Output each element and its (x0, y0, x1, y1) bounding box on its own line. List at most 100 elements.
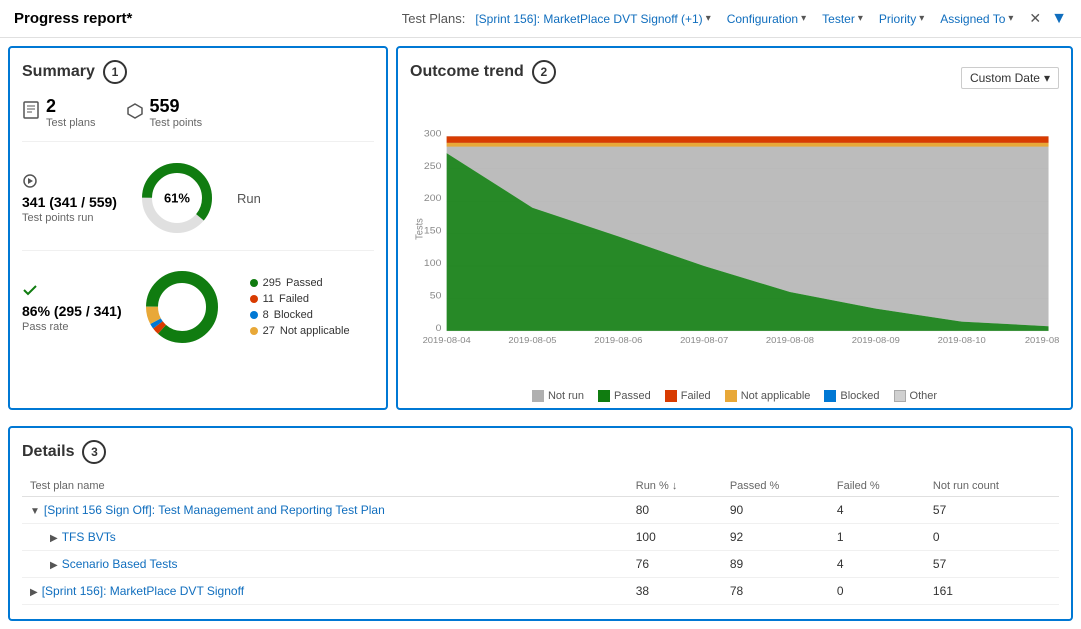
row-run-cell: 100 (628, 524, 722, 551)
configuration-chevron: ▾ (801, 13, 806, 24)
notrun-legend-label: Not run (548, 390, 584, 402)
legend-other-trend: Other (894, 390, 938, 402)
legend-notapplicable: 27 Not applicable (250, 325, 350, 337)
table-row: ▶TFS BVTs1009210 (22, 524, 1059, 551)
table-row: ▶ [Sprint 156]: MarketPlace DVT Signoff 38… (22, 578, 1059, 605)
summary-stats: 2 Test plans 559 Test points (22, 96, 374, 142)
legend-notapplicable-trend: Not applicable (725, 390, 811, 402)
row-link[interactable]: TFS BVTs (62, 530, 116, 544)
svg-text:250: 250 (424, 161, 442, 171)
test-plans-stat: 2 Test plans (22, 96, 96, 129)
row-link[interactable]: [Sprint 156]: MarketPlace DVT Signoff (42, 584, 244, 598)
collapse-icon[interactable]: ▶ (30, 587, 38, 598)
row-name-cell: ▶ [Sprint 156]: MarketPlace DVT Signoff (22, 578, 628, 605)
top-row: Summary 1 2 Test plans (0, 38, 1081, 418)
row-link[interactable]: Scenario Based Tests (62, 557, 178, 571)
other-trend-rect (894, 390, 906, 402)
legend-blocked: 8 Blocked (250, 309, 350, 321)
row-name-cell: ▶ Scenario Based Tests (22, 551, 628, 578)
summary-run-row: 341 (341 / 559) Test points run 61% Run (22, 158, 374, 251)
assignedto-filter[interactable]: Assigned To ▾ (934, 9, 1019, 29)
row-name-cell: ▶ TFS BVTs (22, 524, 628, 551)
col-notrun-count: Not run count (925, 476, 1059, 497)
bottom-row: Details 3 Test plan name Run % ↓ Passed … (0, 418, 1081, 629)
trend-chart-area: 0 50 100 150 200 250 300 Tests (410, 104, 1059, 384)
passed-trend-rect (598, 390, 610, 402)
run-percent-text: 61% (164, 191, 190, 206)
page-title: Progress report* (14, 10, 132, 27)
details-number: 3 (82, 440, 106, 464)
tester-filter[interactable]: Tester ▾ (816, 9, 869, 29)
configuration-label: Configuration (727, 12, 798, 26)
failed-trend-label: Failed (681, 390, 711, 402)
passed-label: Passed (286, 277, 323, 289)
configuration-filter[interactable]: Configuration ▾ (721, 9, 812, 29)
notrun-rect (532, 390, 544, 402)
funnel-icon: ▼ (1051, 10, 1067, 28)
row-notrun-cell: 0 (925, 524, 1059, 551)
details-panel: Details 3 Test plan name Run % ↓ Passed … (8, 426, 1073, 621)
col-passed-percent: Passed % (722, 476, 829, 497)
passed-dot (250, 279, 258, 287)
details-title: Details 3 (22, 440, 1059, 464)
summary-title: Summary 1 (22, 60, 374, 84)
testplans-chevron: ▾ (706, 13, 711, 24)
run-value: 341 (341 / 559) (22, 194, 117, 210)
passrate-label: Pass rate (22, 321, 122, 333)
row-notrun-cell: 57 (925, 551, 1059, 578)
priority-filter[interactable]: Priority ▾ (873, 9, 930, 29)
collapse-icon[interactable]: ▶ (50, 533, 58, 544)
svg-text:2019-08-06: 2019-08-06 (594, 335, 642, 344)
details-title-text: Details (22, 443, 74, 461)
tester-label: Tester (822, 12, 855, 26)
run-label: Test points run (22, 212, 117, 224)
row-run-cell: 80 (628, 497, 722, 524)
notapplicable-label: Not applicable (280, 325, 350, 337)
test-points-label: Test points (150, 117, 203, 129)
passrate-legend: 295 Passed 11 Failed 8 Blocked (250, 277, 350, 337)
run-icon (22, 173, 117, 192)
row-link[interactable]: [Sprint 156 Sign Off]: Test Management a… (44, 503, 385, 517)
test-plans-count: 2 (46, 96, 96, 117)
details-table: Test plan name Run % ↓ Passed % Failed %… (22, 476, 1059, 605)
blocked-trend-label: Blocked (840, 390, 879, 402)
row-passed-cell: 92 (722, 524, 829, 551)
run-left: 341 (341 / 559) Test points run (22, 173, 117, 224)
row-run-cell: 38 (628, 578, 722, 605)
passed-trend-label: Passed (614, 390, 651, 402)
svg-text:2019-08-09: 2019-08-09 (852, 335, 900, 344)
svg-text:50: 50 (430, 291, 442, 301)
tester-chevron: ▾ (858, 13, 863, 24)
trend-header: Outcome trend 2 Custom Date ▾ (410, 60, 1059, 96)
assignedto-chevron: ▾ (1008, 13, 1013, 24)
summary-panel: Summary 1 2 Test plans (8, 46, 388, 410)
passrate-donut-chart (142, 267, 222, 347)
expand-icon[interactable]: ▼ (30, 506, 40, 517)
main-content: Summary 1 2 Test plans (0, 38, 1081, 629)
collapse-icon[interactable]: ▶ (50, 560, 58, 571)
testpoints-icon (126, 102, 144, 123)
table-row: ▼ [Sprint 156 Sign Off]: Test Management … (22, 497, 1059, 524)
notapplicable-trend-rect (725, 390, 737, 402)
row-run-cell: 76 (628, 551, 722, 578)
row-failed-cell: 4 (829, 497, 925, 524)
svg-text:150: 150 (424, 226, 442, 236)
assignedto-label: Assigned To (940, 12, 1005, 26)
date-chevron: ▾ (1044, 71, 1050, 85)
svg-text:2019-08-04: 2019-08-04 (423, 335, 471, 344)
legend-notrun: Not run (532, 390, 584, 402)
header: Progress report* Test Plans: [Sprint 156… (0, 0, 1081, 38)
row-notrun-cell: 57 (925, 497, 1059, 524)
close-button[interactable]: ✕ (1023, 8, 1047, 29)
svg-text:300: 300 (424, 129, 442, 139)
testplans-filter[interactable]: [Sprint 156]: MarketPlace DVT Signoff (+… (469, 9, 716, 29)
notapplicable-dot (250, 327, 258, 335)
failed-label: Failed (279, 293, 309, 305)
run-donut-chart: 61% (137, 158, 217, 238)
notapplicable-count: 27 (263, 325, 275, 337)
filter-bar: Test Plans: [Sprint 156]: MarketPlace DV… (402, 8, 1067, 29)
run-text: Run (237, 191, 261, 206)
svg-text:2019-08-08: 2019-08-08 (766, 335, 814, 344)
blocked-trend-rect (824, 390, 836, 402)
custom-date-button[interactable]: Custom Date ▾ (961, 67, 1059, 89)
